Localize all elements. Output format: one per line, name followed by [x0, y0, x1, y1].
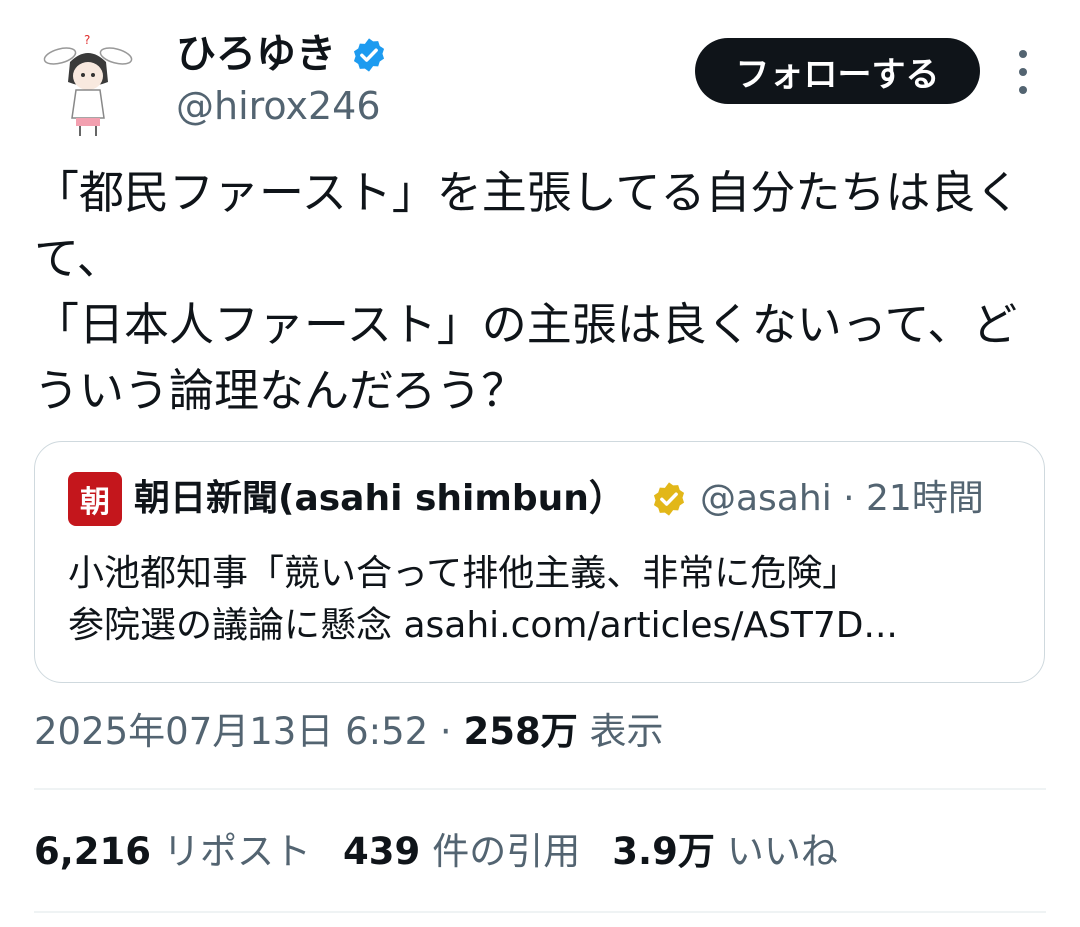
stat-quotes[interactable]: 439 件の引用 — [343, 828, 580, 876]
views-count: 258万 — [463, 710, 578, 753]
quoted-author-avatar: 朝 — [68, 472, 122, 526]
stat-label: 件の引用 — [432, 830, 581, 873]
views-label: 表示 — [577, 710, 664, 753]
stat-reposts[interactable]: 6,216 リポスト — [34, 828, 311, 876]
svg-text:?: ? — [84, 33, 90, 47]
quoted-text-line-1: 小池都知事「競い合って排他主義、非常に危険」 — [68, 553, 859, 594]
avatar-icon: ? — [43, 33, 133, 136]
timestamp[interactable]: 2025年07月13日 6:52 · — [34, 710, 463, 753]
divider — [34, 788, 1046, 790]
gold-verified-badge-icon — [650, 480, 688, 518]
timestamp-views-row: 2025年07月13日 6:52 · 258万 表示 — [34, 708, 663, 756]
tweet-text: 「都民ファースト」を主張してる自分たちは良くて、 「日本人ファースト」の主張は良… — [34, 166, 1021, 417]
follow-button[interactable]: フォローする — [695, 38, 980, 104]
author-handle[interactable]: @hirox246 — [176, 82, 381, 130]
quoted-text-line-2: 参院選の議論に懸念 asahi.com/articles/AST7D... — [68, 605, 898, 646]
stat-likes[interactable]: 3.9万 いいね — [612, 828, 838, 876]
quoted-author-name: 朝日新聞(asahi shimbun） — [134, 478, 625, 519]
quoted-handle-time: @asahi · 21時間 — [700, 478, 984, 519]
divider — [34, 911, 1046, 913]
stat-label: いいね — [726, 830, 838, 873]
engagement-stats: 6,216 リポスト 439 件の引用 3.9万 いいね — [34, 828, 870, 876]
author-display-name[interactable]: ひろゆき — [176, 28, 336, 80]
stat-number: 3.9万 — [612, 830, 715, 873]
author-avatar[interactable]: ? — [40, 26, 144, 138]
stat-label: リポスト — [163, 830, 312, 873]
verified-badge-icon — [350, 36, 388, 74]
more-options-icon[interactable] — [1008, 50, 1038, 94]
stat-number: 439 — [343, 830, 421, 873]
stat-number: 6,216 — [34, 830, 152, 873]
